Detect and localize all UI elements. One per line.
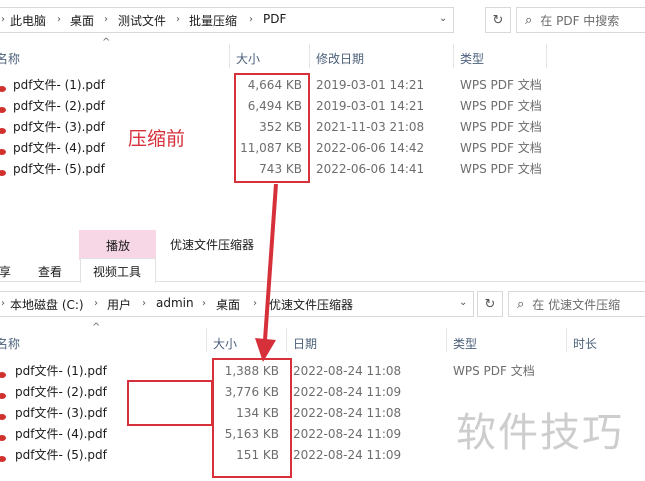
arrow-shaft (263, 183, 278, 341)
arrow-head (255, 338, 276, 362)
watermark-text: 软件技巧 (456, 410, 624, 456)
